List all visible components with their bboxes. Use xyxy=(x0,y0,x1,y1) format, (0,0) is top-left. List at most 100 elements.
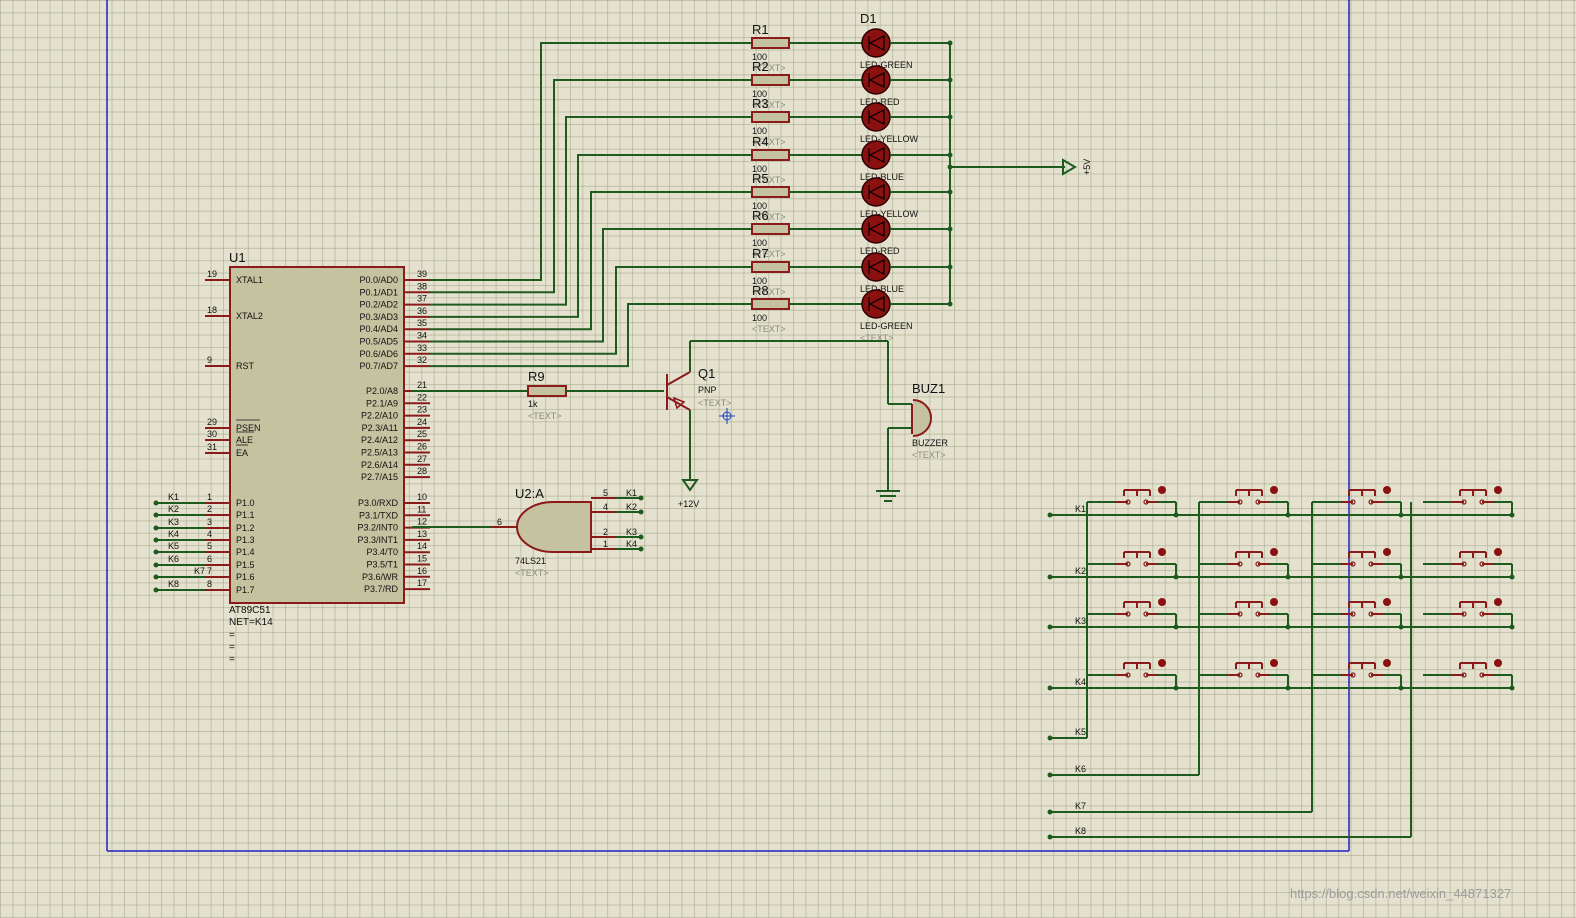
gate-net-label: K1 xyxy=(626,488,637,498)
mcu-pin-num: 25 xyxy=(417,429,427,439)
v12-label: +12V xyxy=(678,499,699,509)
gate-net-label: K3 xyxy=(626,527,637,537)
gate-pin-num: 5 xyxy=(603,488,608,498)
resistor-ref: R8 xyxy=(752,283,769,298)
led-4-icon[interactable] xyxy=(861,140,891,170)
resistor-4[interactable] xyxy=(751,149,790,161)
mcu-pin-name: P2.3/A11 xyxy=(362,423,398,433)
mcu-pin-name: P2.4/A12 xyxy=(361,435,398,445)
mcu-pin-num: 17 xyxy=(417,578,427,588)
resistor-3[interactable] xyxy=(751,111,790,123)
led-8-icon[interactable] xyxy=(861,289,891,319)
p1-net-label: K6 xyxy=(168,554,179,564)
led-bank: R1100<TEXT> LED-GREEND1R2100<TEXT> LED-RED… xyxy=(751,11,953,343)
mcu-pin-name: P0.2/AD2 xyxy=(359,300,398,310)
mcu-pin-num: 30 xyxy=(207,429,217,439)
mcu-pin-num: 24 xyxy=(417,417,427,427)
mcu-pin-num: 19 xyxy=(207,269,217,279)
key-indicator-icon xyxy=(1494,659,1502,667)
resistor-2[interactable] xyxy=(751,74,790,86)
keypad-matrix: K1 K2 K3 K4 K5 K6 K7 K8 xyxy=(1047,486,1515,840)
resistor-6[interactable] xyxy=(751,223,790,235)
mcu-pin-name: P3.3/INT1 xyxy=(357,535,398,545)
key-indicator-icon xyxy=(1270,548,1278,556)
led-7-icon[interactable] xyxy=(861,252,891,282)
r9-resistor[interactable] xyxy=(527,385,567,397)
key-indicator-icon xyxy=(1158,659,1166,667)
q1-ref: Q1 xyxy=(698,366,715,381)
mcu-pin-num: 28 xyxy=(417,466,427,476)
mcu-pin-name: EA xyxy=(236,448,248,458)
gate-part: 74LS21 xyxy=(515,556,546,566)
mcu-pin-num: 26 xyxy=(417,442,427,452)
mcu-pin-name: XTAL2 xyxy=(236,311,263,321)
vcc-label: +5V xyxy=(1082,159,1092,175)
resistor-7[interactable] xyxy=(751,261,790,273)
gate-ref: U2:A xyxy=(515,486,544,501)
mcu-pin-name: P0.1/AD1 xyxy=(359,287,398,297)
mcu-pin-name: P0.7/AD7 xyxy=(359,361,398,371)
resistor-5[interactable] xyxy=(751,186,790,198)
mcu-pin-num: 10 xyxy=(417,492,427,502)
key-indicator-icon xyxy=(1383,548,1391,556)
mcu-pin-name: P1.4 xyxy=(236,547,255,557)
v12-terminal-icon[interactable] xyxy=(681,479,699,492)
keypad-col-label: K5 xyxy=(1075,727,1086,737)
q1-type: PNP xyxy=(698,385,717,395)
key-indicator-icon xyxy=(1494,486,1502,494)
mcu-pin-name: P0.5/AD5 xyxy=(359,337,398,347)
key-indicator-icon xyxy=(1158,486,1166,494)
mcu-pin-name: P1.6 xyxy=(236,572,255,582)
port1-wires: K1 K2 K3 K4 K5 K6 K7 K8 xyxy=(153,492,205,593)
mcu-pin-name: RST xyxy=(236,361,255,371)
mcu-pin-num: 16 xyxy=(417,566,427,576)
mcu-pin-name: P0.0/AD0 xyxy=(359,275,398,285)
p1-net-label: K3 xyxy=(168,517,179,527)
mcu-pin-name: PSEN xyxy=(236,423,261,433)
mcu-pin-num: 12 xyxy=(417,517,427,527)
gate-net-label: K4 xyxy=(626,539,637,549)
led-6-icon[interactable] xyxy=(861,214,891,244)
gate-pin-num: 4 xyxy=(603,502,608,512)
mcu-pin-num: 2 xyxy=(207,504,212,514)
mcu-pin-name: P1.5 xyxy=(236,560,255,570)
p1-net-label: K1 xyxy=(168,492,179,502)
and-gate-u2a[interactable]: 6 U2:A 74LS21 <TEXT> 5 K1 4 K2 2 K3 1 K4 xyxy=(412,486,644,578)
led-3-icon[interactable] xyxy=(861,102,891,132)
led-1-icon[interactable] xyxy=(861,28,891,58)
key-indicator-icon xyxy=(1383,598,1391,606)
led-2-icon[interactable] xyxy=(861,65,891,95)
buzzer-icon[interactable] xyxy=(912,399,932,437)
mcu-pin-num: 4 xyxy=(207,529,212,539)
led-ref: D1 xyxy=(860,11,877,26)
mcu-pin-num: 15 xyxy=(417,554,427,564)
keypad-row-label: K1 xyxy=(1075,504,1086,514)
mcu-pin-name: P3.6/WR xyxy=(362,572,399,582)
mcu-pin-num: 21 xyxy=(417,380,427,390)
key-indicator-icon xyxy=(1270,486,1278,494)
led-5-icon[interactable] xyxy=(861,177,891,207)
mcu-pin-num: 11 xyxy=(417,504,426,514)
gate-out-pin: 6 xyxy=(497,517,502,527)
mcu-pin-name: P3.5/T1 xyxy=(366,560,398,570)
keypad-row-label: K4 xyxy=(1075,677,1086,687)
resistor-1[interactable] xyxy=(751,37,790,49)
mcu-pin-name: P1.1 xyxy=(236,510,255,520)
mcu-pin-name: P3.0/RXD xyxy=(358,498,399,508)
resistor-8[interactable] xyxy=(751,298,790,310)
mcu-u1[interactable]: U1 AT89C51 NET=K14 = = = 19XTAL118XTAL29… xyxy=(205,250,430,665)
and-gate-icon[interactable] xyxy=(516,501,592,553)
mcu-pin-num: 29 xyxy=(207,417,217,427)
keypad-row-label: K3 xyxy=(1075,616,1086,626)
gate-inputs: 5 K1 4 K2 2 K3 1 K4 xyxy=(591,488,644,552)
mcu-pin-num: 5 xyxy=(207,541,212,551)
mcu-pin-name: P2.5/A13 xyxy=(361,448,398,458)
mcu-pin-num: 27 xyxy=(417,454,427,464)
mcu-pin-name: P1.3 xyxy=(236,535,255,545)
p1-net-label: K5 xyxy=(168,541,179,551)
mcu-net-label: NET=K14 xyxy=(229,617,273,628)
mcu-pin-num: 13 xyxy=(417,529,427,539)
gate-net-label: K2 xyxy=(626,502,637,512)
mcu-pin-name: P3.2/INT0 xyxy=(357,523,398,533)
resistor-ref: R6 xyxy=(752,208,769,223)
